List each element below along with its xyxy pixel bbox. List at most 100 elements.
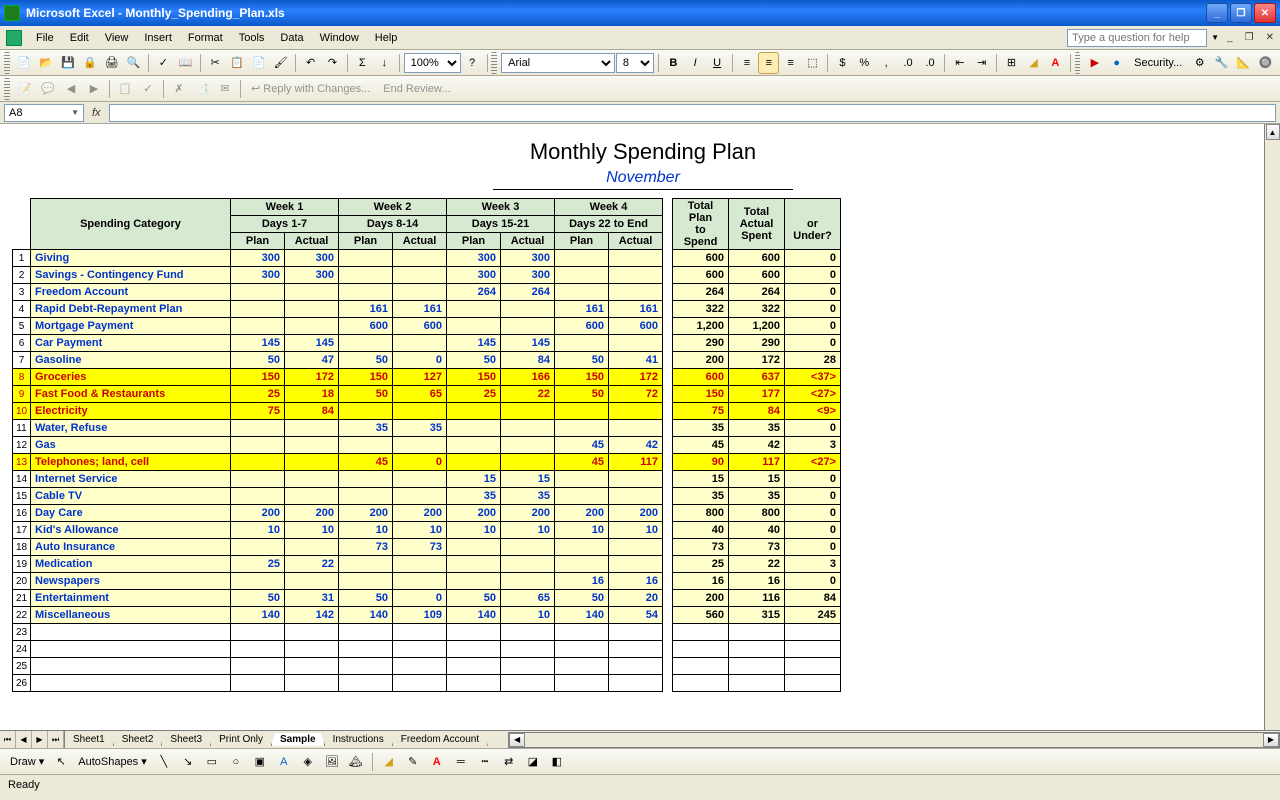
table-row[interactable]: 19Medication252225223 bbox=[13, 556, 841, 573]
plan-cell[interactable] bbox=[555, 471, 609, 488]
actual-cell[interactable] bbox=[609, 335, 663, 352]
actual-cell[interactable] bbox=[609, 556, 663, 573]
plan-cell[interactable] bbox=[339, 437, 393, 454]
category-cell[interactable]: Car Payment bbox=[31, 335, 231, 352]
fill-color-button[interactable]: ◢ bbox=[378, 751, 400, 773]
total-actual-cell[interactable]: 16 bbox=[729, 573, 785, 590]
sheet-tab-sheet1[interactable]: Sheet1 bbox=[64, 733, 114, 746]
actual-cell[interactable]: 73 bbox=[393, 539, 447, 556]
actual-cell[interactable]: 161 bbox=[609, 301, 663, 318]
actual-cell[interactable]: 264 bbox=[501, 284, 555, 301]
actual-cell[interactable]: 200 bbox=[393, 505, 447, 522]
tab-next-button[interactable]: ▶ bbox=[32, 731, 48, 748]
table-row[interactable]: 7Gasoline50475005084504120017228 bbox=[13, 352, 841, 369]
actual-cell[interactable]: 20 bbox=[609, 590, 663, 607]
actual-cell[interactable] bbox=[609, 539, 663, 556]
table-row[interactable]: 13Telephones; land, cell4504511790117<27… bbox=[13, 454, 841, 471]
total-plan-cell[interactable]: 600 bbox=[673, 250, 729, 267]
plan-cell[interactable]: 10 bbox=[447, 522, 501, 539]
doc-restore-button[interactable]: ❐ bbox=[1241, 30, 1258, 45]
decrease-decimal-button[interactable]: .0 bbox=[920, 52, 941, 74]
table-row[interactable]: 18Auto Insurance737373730 bbox=[13, 539, 841, 556]
plan-cell[interactable]: 50 bbox=[555, 352, 609, 369]
table-row[interactable]: 25 bbox=[13, 658, 841, 675]
actual-cell[interactable] bbox=[501, 556, 555, 573]
category-cell[interactable]: Rapid Debt-Repayment Plan bbox=[31, 301, 231, 318]
design-mode-button[interactable]: 📐 bbox=[1233, 52, 1254, 74]
actual-cell[interactable] bbox=[501, 454, 555, 471]
spending-table[interactable]: Spending CategoryWeek 1Week 2Week 3Week … bbox=[12, 198, 841, 692]
plan-cell[interactable]: 10 bbox=[339, 522, 393, 539]
toolbar-handle[interactable] bbox=[1075, 52, 1081, 74]
tab-prev-button[interactable]: ◀ bbox=[16, 731, 32, 748]
close-button[interactable]: ✕ bbox=[1254, 3, 1276, 23]
spelling-button[interactable]: ✓ bbox=[153, 52, 174, 74]
help-button[interactable]: ? bbox=[462, 52, 483, 74]
plan-cell[interactable] bbox=[447, 420, 501, 437]
total-actual-cell[interactable]: 600 bbox=[729, 250, 785, 267]
over-under-cell[interactable]: 84 bbox=[785, 590, 841, 607]
doc-minimize-button[interactable]: _ bbox=[1223, 30, 1237, 45]
category-cell[interactable]: Internet Service bbox=[31, 471, 231, 488]
actual-cell[interactable]: 35 bbox=[501, 488, 555, 505]
table-row[interactable]: 16Day Care200200200200200200200200800800… bbox=[13, 505, 841, 522]
total-actual-cell[interactable]: 800 bbox=[729, 505, 785, 522]
plan-cell[interactable]: 50 bbox=[447, 352, 501, 369]
security-button[interactable]: Security... bbox=[1128, 57, 1188, 69]
category-cell[interactable]: Groceries bbox=[31, 369, 231, 386]
category-cell[interactable]: Electricity bbox=[31, 403, 231, 420]
category-cell[interactable]: Water, Refuse bbox=[31, 420, 231, 437]
align-center-button[interactable]: ≡ bbox=[758, 52, 779, 74]
menu-insert[interactable]: Insert bbox=[136, 28, 180, 48]
over-under-cell[interactable]: 0 bbox=[785, 522, 841, 539]
oval-button[interactable]: ○ bbox=[225, 751, 247, 773]
total-actual-cell[interactable]: 177 bbox=[729, 386, 785, 403]
actual-cell[interactable] bbox=[501, 318, 555, 335]
formula-input[interactable] bbox=[109, 104, 1276, 122]
plan-cell[interactable] bbox=[231, 488, 285, 505]
table-row[interactable]: 20Newspapers161616160 bbox=[13, 573, 841, 590]
plan-cell[interactable] bbox=[231, 437, 285, 454]
permission-button[interactable]: 🔒 bbox=[79, 52, 100, 74]
actual-cell[interactable]: 145 bbox=[501, 335, 555, 352]
total-plan-cell[interactable]: 73 bbox=[673, 539, 729, 556]
total-actual-cell[interactable]: 600 bbox=[729, 267, 785, 284]
plan-cell[interactable] bbox=[555, 420, 609, 437]
actual-cell[interactable] bbox=[285, 454, 339, 471]
currency-button[interactable]: $ bbox=[832, 52, 853, 74]
category-cell[interactable]: Miscellaneous bbox=[31, 607, 231, 624]
actual-cell[interactable] bbox=[393, 471, 447, 488]
vba-button[interactable]: ⚙ bbox=[1189, 52, 1210, 74]
plan-cell[interactable]: 73 bbox=[339, 539, 393, 556]
table-row[interactable]: 26 bbox=[13, 675, 841, 692]
table-row[interactable]: 24 bbox=[13, 641, 841, 658]
category-cell[interactable]: Auto Insurance bbox=[31, 539, 231, 556]
total-actual-cell[interactable]: 172 bbox=[729, 352, 785, 369]
actual-cell[interactable] bbox=[609, 471, 663, 488]
actual-cell[interactable]: 109 bbox=[393, 607, 447, 624]
actual-cell[interactable]: 10 bbox=[609, 522, 663, 539]
actual-cell[interactable]: 65 bbox=[501, 590, 555, 607]
actual-cell[interactable]: 10 bbox=[501, 522, 555, 539]
menu-edit[interactable]: Edit bbox=[62, 28, 97, 48]
tab-first-button[interactable]: ⏮ bbox=[0, 731, 16, 748]
toolbar-handle[interactable] bbox=[4, 78, 10, 100]
total-actual-cell[interactable]: 22 bbox=[729, 556, 785, 573]
shadow-button[interactable]: ◪ bbox=[522, 751, 544, 773]
plan-cell[interactable]: 300 bbox=[447, 250, 501, 267]
increase-indent-button[interactable]: ⇥ bbox=[971, 52, 992, 74]
line-style-button[interactable]: ═ bbox=[450, 751, 472, 773]
actual-cell[interactable] bbox=[285, 488, 339, 505]
doc-close-button[interactable]: ✕ bbox=[1262, 30, 1278, 45]
total-plan-cell[interactable]: 35 bbox=[673, 420, 729, 437]
draw-menu[interactable]: Draw ▾ bbox=[6, 755, 48, 768]
menu-view[interactable]: View bbox=[97, 28, 137, 48]
total-plan-cell[interactable]: 15 bbox=[673, 471, 729, 488]
over-under-cell[interactable]: <27> bbox=[785, 454, 841, 471]
plan-cell[interactable]: 25 bbox=[231, 386, 285, 403]
plan-cell[interactable]: 15 bbox=[447, 471, 501, 488]
plan-cell[interactable] bbox=[555, 250, 609, 267]
actual-cell[interactable] bbox=[393, 267, 447, 284]
plan-cell[interactable]: 45 bbox=[339, 454, 393, 471]
actual-cell[interactable] bbox=[501, 403, 555, 420]
